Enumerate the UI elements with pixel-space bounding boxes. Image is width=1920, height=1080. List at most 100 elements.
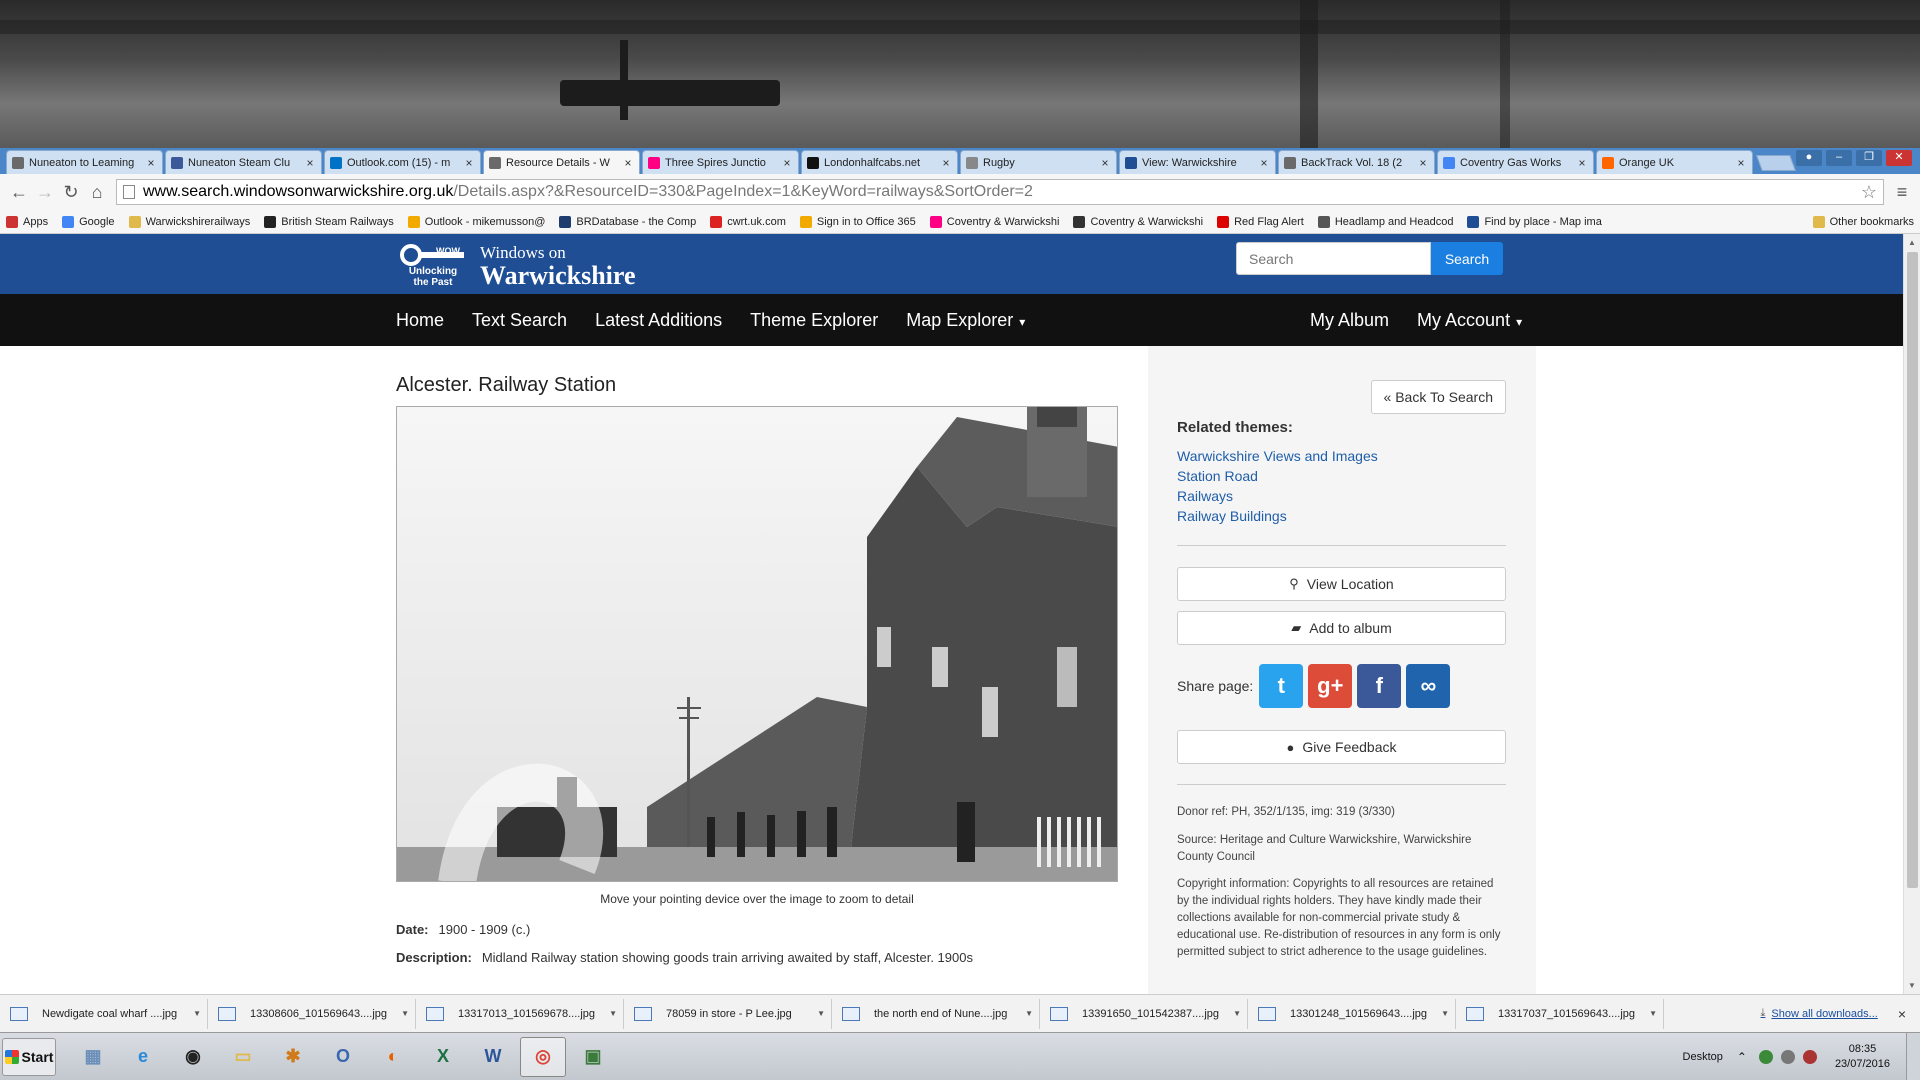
caret-down-icon[interactable]: ▼	[193, 1009, 201, 1018]
close-tab-icon[interactable]: ×	[1258, 156, 1270, 170]
network-icon[interactable]	[1758, 1049, 1773, 1064]
caret-down-icon[interactable]: ▼	[817, 1009, 825, 1018]
home-icon[interactable]: ⌂	[84, 179, 110, 205]
browser-tab[interactable]: View: Warwickshire ×	[1119, 150, 1276, 174]
bookmark-item[interactable]: Apps	[6, 215, 48, 228]
folder-icon[interactable]: ▭	[220, 1037, 266, 1077]
display-icon[interactable]	[1780, 1049, 1795, 1064]
browser-tab[interactable]: Orange UK ×	[1596, 150, 1753, 174]
volume-icon[interactable]	[1802, 1049, 1817, 1064]
search-input[interactable]	[1236, 242, 1431, 275]
browser-tab[interactable]: Rugby ×	[960, 150, 1117, 174]
close-tab-icon[interactable]: ×	[1735, 156, 1747, 170]
bookmark-item[interactable]: Sign in to Office 365	[799, 215, 916, 228]
bookmark-item[interactable]: Coventry & Warwickshi	[1073, 215, 1203, 228]
outlook-icon[interactable]: O	[320, 1037, 366, 1077]
caret-down-icon[interactable]: ▼	[1441, 1009, 1449, 1018]
bookmark-item[interactable]: BRDatabase - the Comp	[559, 215, 696, 228]
bookmark-item[interactable]: Headlamp and Headcod	[1317, 215, 1453, 228]
bookmark-item[interactable]: cwrt.uk.com	[710, 215, 786, 228]
caret-down-icon[interactable]: ▼	[401, 1009, 409, 1018]
bookmark-item[interactable]: Google	[62, 215, 115, 228]
close-tab-icon[interactable]: ×	[463, 156, 475, 170]
browser-tab[interactable]: BackTrack Vol. 18 (2 ×	[1278, 150, 1435, 174]
close-tab-icon[interactable]: ×	[1417, 156, 1429, 170]
site-logo[interactable]: WOW Unlocking the Past Windows on Warwic…	[398, 242, 636, 290]
google-plus-share-button[interactable]: g+	[1308, 664, 1353, 708]
tray-expand-icon[interactable]: ⌃	[1737, 1050, 1747, 1064]
tiger-app-icon[interactable]: ✱	[270, 1037, 316, 1077]
calculator-icon[interactable]: ▦	[70, 1037, 116, 1077]
minimize-button[interactable]: –	[1826, 150, 1852, 166]
start-button[interactable]: Start	[2, 1037, 56, 1076]
other-bookmarks[interactable]: Other bookmarks	[1812, 215, 1914, 228]
address-bar[interactable]: www.search.windowsonwarwickshire.org.uk /…	[116, 179, 1884, 205]
download-item[interactable]: 13301248_101569643....jpg ▼	[1252, 998, 1456, 1029]
caret-down-icon[interactable]: ▼	[609, 1009, 617, 1018]
nav-item-text-search[interactable]: Text Search	[472, 310, 567, 331]
browser-tab[interactable]: Three Spires Junctio ×	[642, 150, 799, 174]
show-all-downloads-link[interactable]: ⤓ Show all downloads...	[1761, 1007, 1878, 1020]
scroll-down-icon[interactable]: ▼	[1908, 981, 1916, 990]
nav-item-map-explorer[interactable]: Map Explorer ▾	[906, 310, 1025, 331]
usb-app-icon[interactable]: ▣	[570, 1037, 616, 1077]
chrome-icon[interactable]: ◎	[520, 1036, 566, 1077]
download-item[interactable]: 13308606_101569643....jpg ▼	[212, 998, 416, 1029]
new-tab-button[interactable]	[1756, 155, 1796, 171]
close-downloads-icon[interactable]: ×	[1898, 1006, 1906, 1022]
related-theme-link[interactable]: Railway Buildings	[1177, 506, 1378, 526]
back-to-search-button[interactable]: « Back To Search	[1370, 380, 1506, 414]
close-tab-icon[interactable]: ×	[940, 156, 952, 170]
bookmark-item[interactable]: Find by place - Map ima	[1467, 215, 1602, 228]
close-tab-icon[interactable]: ×	[781, 156, 793, 170]
excel-icon[interactable]: X	[420, 1037, 466, 1077]
download-item[interactable]: Newdigate coal wharf ....jpg ▼	[4, 998, 208, 1029]
scrollbar-thumb[interactable]	[1907, 252, 1918, 888]
related-theme-link[interactable]: Railways	[1177, 486, 1378, 506]
bookmark-item[interactable]: British Steam Railways	[264, 215, 394, 228]
related-theme-link[interactable]: Warwickshire Views and Images	[1177, 446, 1378, 466]
user-icon[interactable]: ●	[1796, 150, 1822, 166]
download-item[interactable]: 78059 in store - P Lee.jpg ▼	[628, 998, 832, 1029]
scroll-up-icon[interactable]: ▲	[1908, 238, 1916, 247]
firefox-icon[interactable]: ◐	[370, 1037, 416, 1077]
nav-item-my-account[interactable]: My Account ▾	[1417, 310, 1522, 331]
link-share-button[interactable]: ∞	[1406, 664, 1451, 708]
close-tab-icon[interactable]: ×	[145, 156, 157, 170]
search-button[interactable]: Search	[1431, 242, 1503, 275]
download-item[interactable]: the north end of Nune....jpg ▼	[836, 998, 1040, 1029]
bookmark-item[interactable]: Outlook - mikemusson@	[407, 215, 545, 228]
browser-tab[interactable]: Nuneaton Steam Clu ×	[165, 150, 322, 174]
caret-down-icon[interactable]: ▼	[1233, 1009, 1241, 1018]
bookmark-item[interactable]: Red Flag Alert	[1217, 215, 1304, 228]
twitter-share-button[interactable]: t	[1259, 664, 1304, 708]
forward-arrow-icon[interactable]: →	[32, 179, 58, 205]
bookmark-item[interactable]: Warwickshirerailways	[128, 215, 250, 228]
caret-down-icon[interactable]: ▼	[1649, 1009, 1657, 1018]
browser-tab[interactable]: Nuneaton to Leaming ×	[6, 150, 163, 174]
nav-item-home[interactable]: Home	[396, 310, 444, 331]
eye-app-icon[interactable]: ◉	[170, 1037, 216, 1077]
give-feedback-button[interactable]: ● Give Feedback	[1177, 730, 1506, 764]
close-window-button[interactable]: ✕	[1886, 150, 1912, 166]
close-tab-icon[interactable]: ×	[622, 156, 634, 170]
nav-item-latest-additions[interactable]: Latest Additions	[595, 310, 722, 331]
back-arrow-icon[interactable]: ←	[6, 179, 32, 205]
bookmark-star-icon[interactable]: ☆	[1861, 182, 1877, 203]
internet-explorer-icon[interactable]: e	[120, 1037, 166, 1077]
page-scrollbar[interactable]: ▲ ▼	[1903, 234, 1920, 994]
browser-tab[interactable]: Outlook.com (15) - m ×	[324, 150, 481, 174]
close-tab-icon[interactable]: ×	[304, 156, 316, 170]
nav-item-theme-explorer[interactable]: Theme Explorer	[750, 310, 878, 331]
close-tab-icon[interactable]: ×	[1099, 156, 1111, 170]
show-desktop-button[interactable]	[1906, 1032, 1920, 1080]
related-theme-link[interactable]: Station Road	[1177, 466, 1378, 486]
browser-tab[interactable]: Coventry Gas Works ×	[1437, 150, 1594, 174]
download-item[interactable]: 13317013_101569678....jpg ▼	[420, 998, 624, 1029]
resource-photo[interactable]	[396, 406, 1118, 882]
system-clock[interactable]: 08:35 23/07/2016	[1835, 1042, 1890, 1072]
browser-tab[interactable]: Resource Details - W ×	[483, 150, 640, 174]
menu-icon[interactable]: ≡	[1890, 179, 1914, 205]
download-item[interactable]: 13317037_101569643....jpg ▼	[1460, 998, 1664, 1029]
close-tab-icon[interactable]: ×	[1576, 156, 1588, 170]
